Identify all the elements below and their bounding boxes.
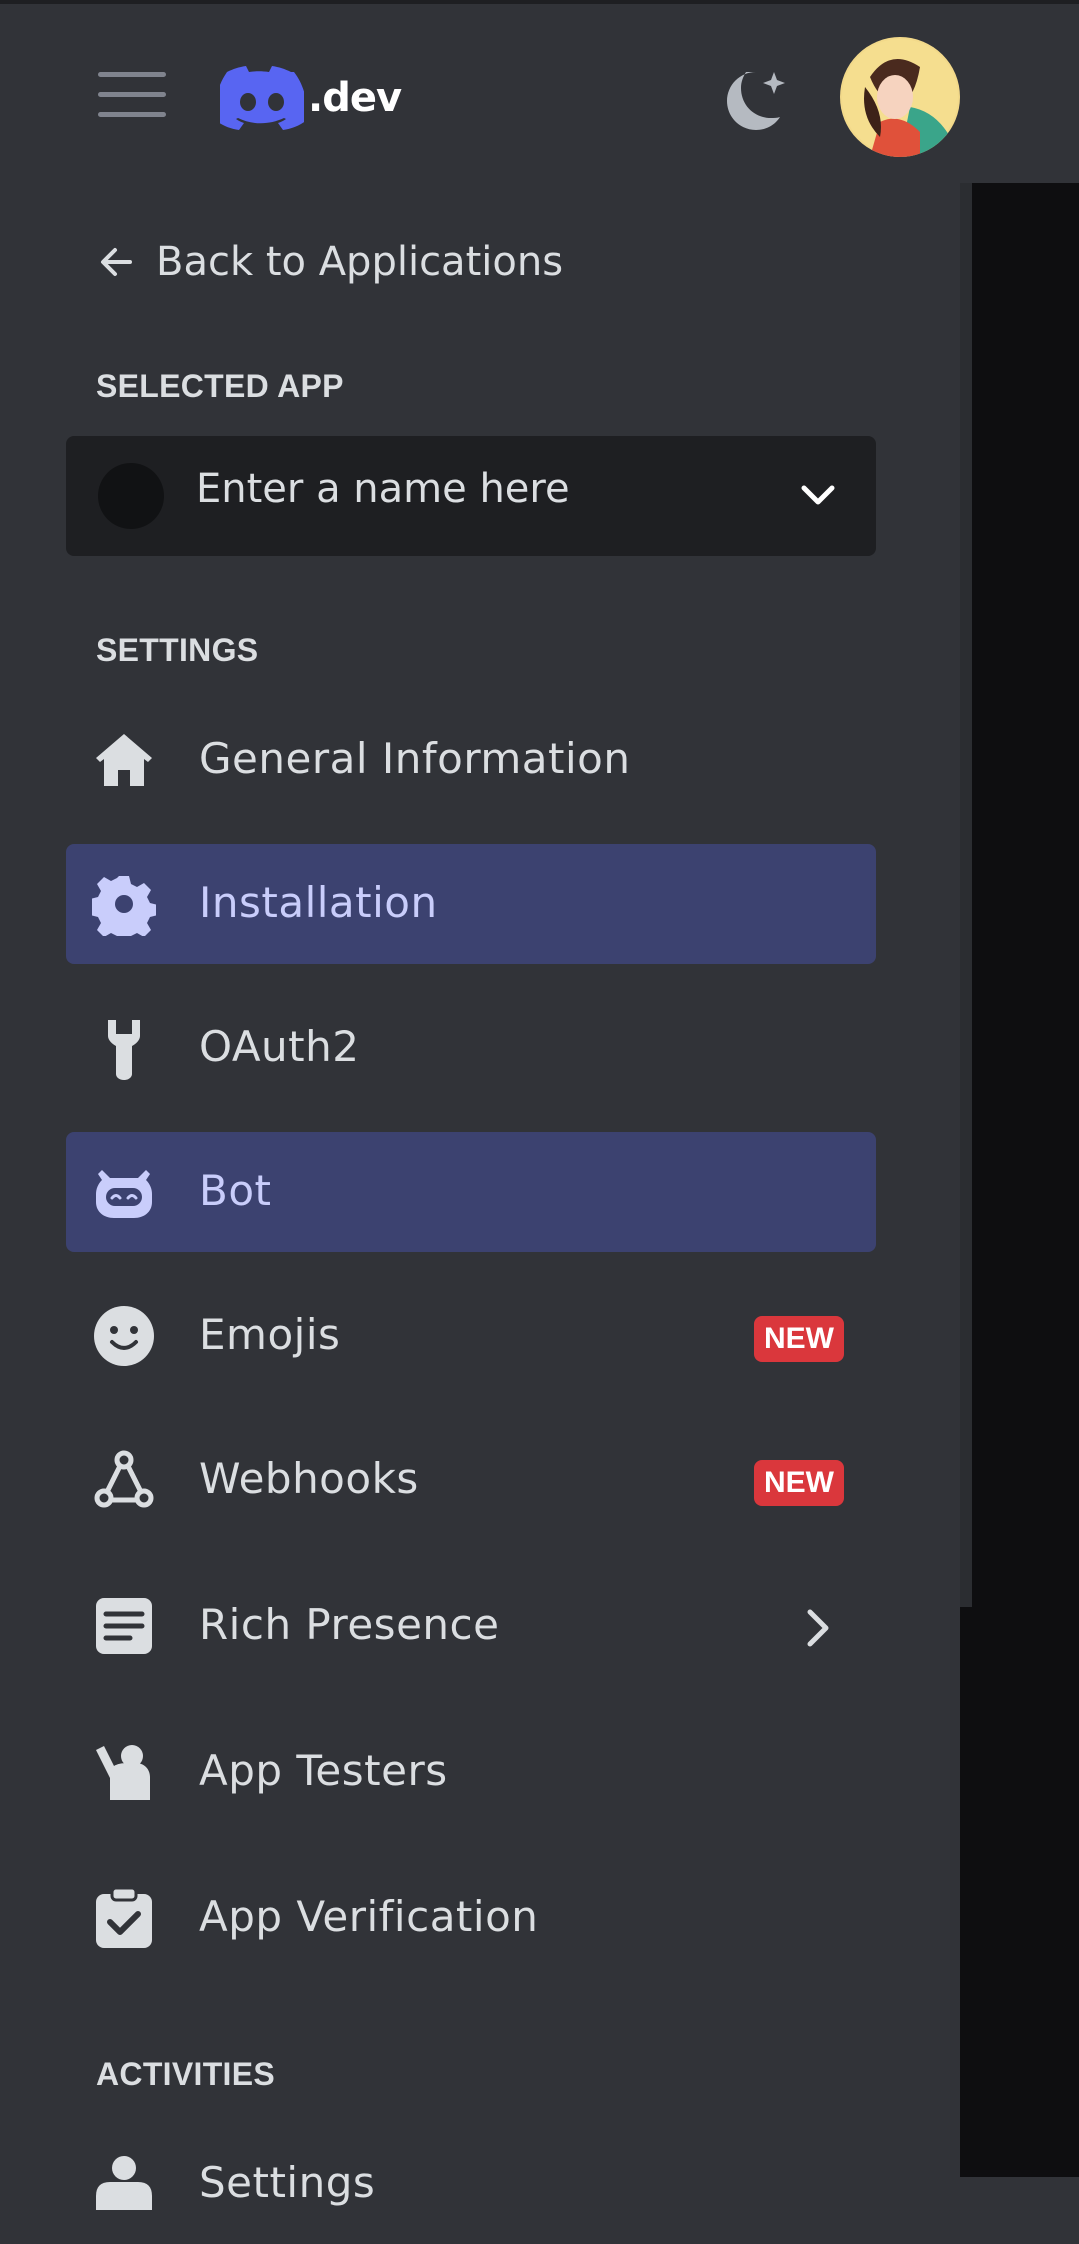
chevron-down-icon [801,485,835,505]
settings-heading: SETTINGS [96,632,259,668]
selected-app-heading: SELECTED APP [96,368,344,404]
nav-item-webhooks[interactable]: Webhooks NEW [66,1420,876,1540]
nav-item-oauth2[interactable]: OAuth2 [66,988,876,1108]
main-content-panel [960,183,1079,2177]
back-to-applications-link[interactable]: Back to Applications [96,232,563,292]
moon-stars-icon[interactable] [718,64,788,134]
gear-person-icon [92,2152,156,2216]
nav-label: OAuth2 [199,1022,360,1071]
wrench-icon [92,1016,156,1080]
nav-label: Settings [199,2158,376,2207]
nav-item-app-verification[interactable]: App Verification [66,1858,876,1978]
nav-item-installation[interactable]: Installation [66,844,876,964]
discord-logo-icon [220,66,304,130]
scrollbar-track[interactable] [960,183,972,1607]
nav-label: Installation [199,878,438,927]
logo-text: .dev [308,75,402,121]
user-avatar[interactable] [840,37,960,157]
nav-item-bot[interactable]: Bot [66,1132,876,1252]
nav-label: App Verification [199,1892,539,1941]
arrow-left-icon [101,248,132,276]
hamburger-icon[interactable] [98,72,166,124]
nav-label: App Testers [199,1746,448,1795]
app-avatar [98,463,164,529]
nav-label: Bot [199,1166,272,1215]
app-name-placeholder: Enter a name here [196,466,570,512]
webhook-icon [92,1448,156,1512]
nav-item-app-testers[interactable]: App Testers [66,1712,876,1832]
nav-label: Webhooks [199,1454,419,1503]
nav-item-emojis[interactable]: Emojis NEW [66,1276,876,1396]
chevron-right-icon [807,1609,829,1647]
gear-icon [92,872,156,936]
robot-icon [92,1160,156,1224]
new-badge: NEW [754,1460,844,1506]
discord-dev-logo[interactable]: .dev [220,62,402,134]
nav-item-activities-settings[interactable]: Settings [66,2124,876,2244]
clipboard-check-icon [92,1886,156,1950]
nav-label: Emojis [199,1310,341,1359]
nav-item-rich-presence[interactable]: Rich Presence [66,1566,876,1686]
home-icon [92,728,156,792]
activities-heading: ACTIVITIES [96,2056,276,2092]
app-selector-dropdown[interactable]: Enter a name here [66,436,876,556]
top-header: .dev [0,4,1079,184]
smiley-icon [92,1304,156,1368]
back-label: Back to Applications [156,239,564,285]
nav-label: General Information [199,734,631,783]
person-icon [92,1740,156,1804]
document-icon [92,1594,156,1658]
new-badge: NEW [754,1316,844,1362]
nav-label: Rich Presence [199,1600,500,1649]
nav-item-general-information[interactable]: General Information [66,700,876,820]
